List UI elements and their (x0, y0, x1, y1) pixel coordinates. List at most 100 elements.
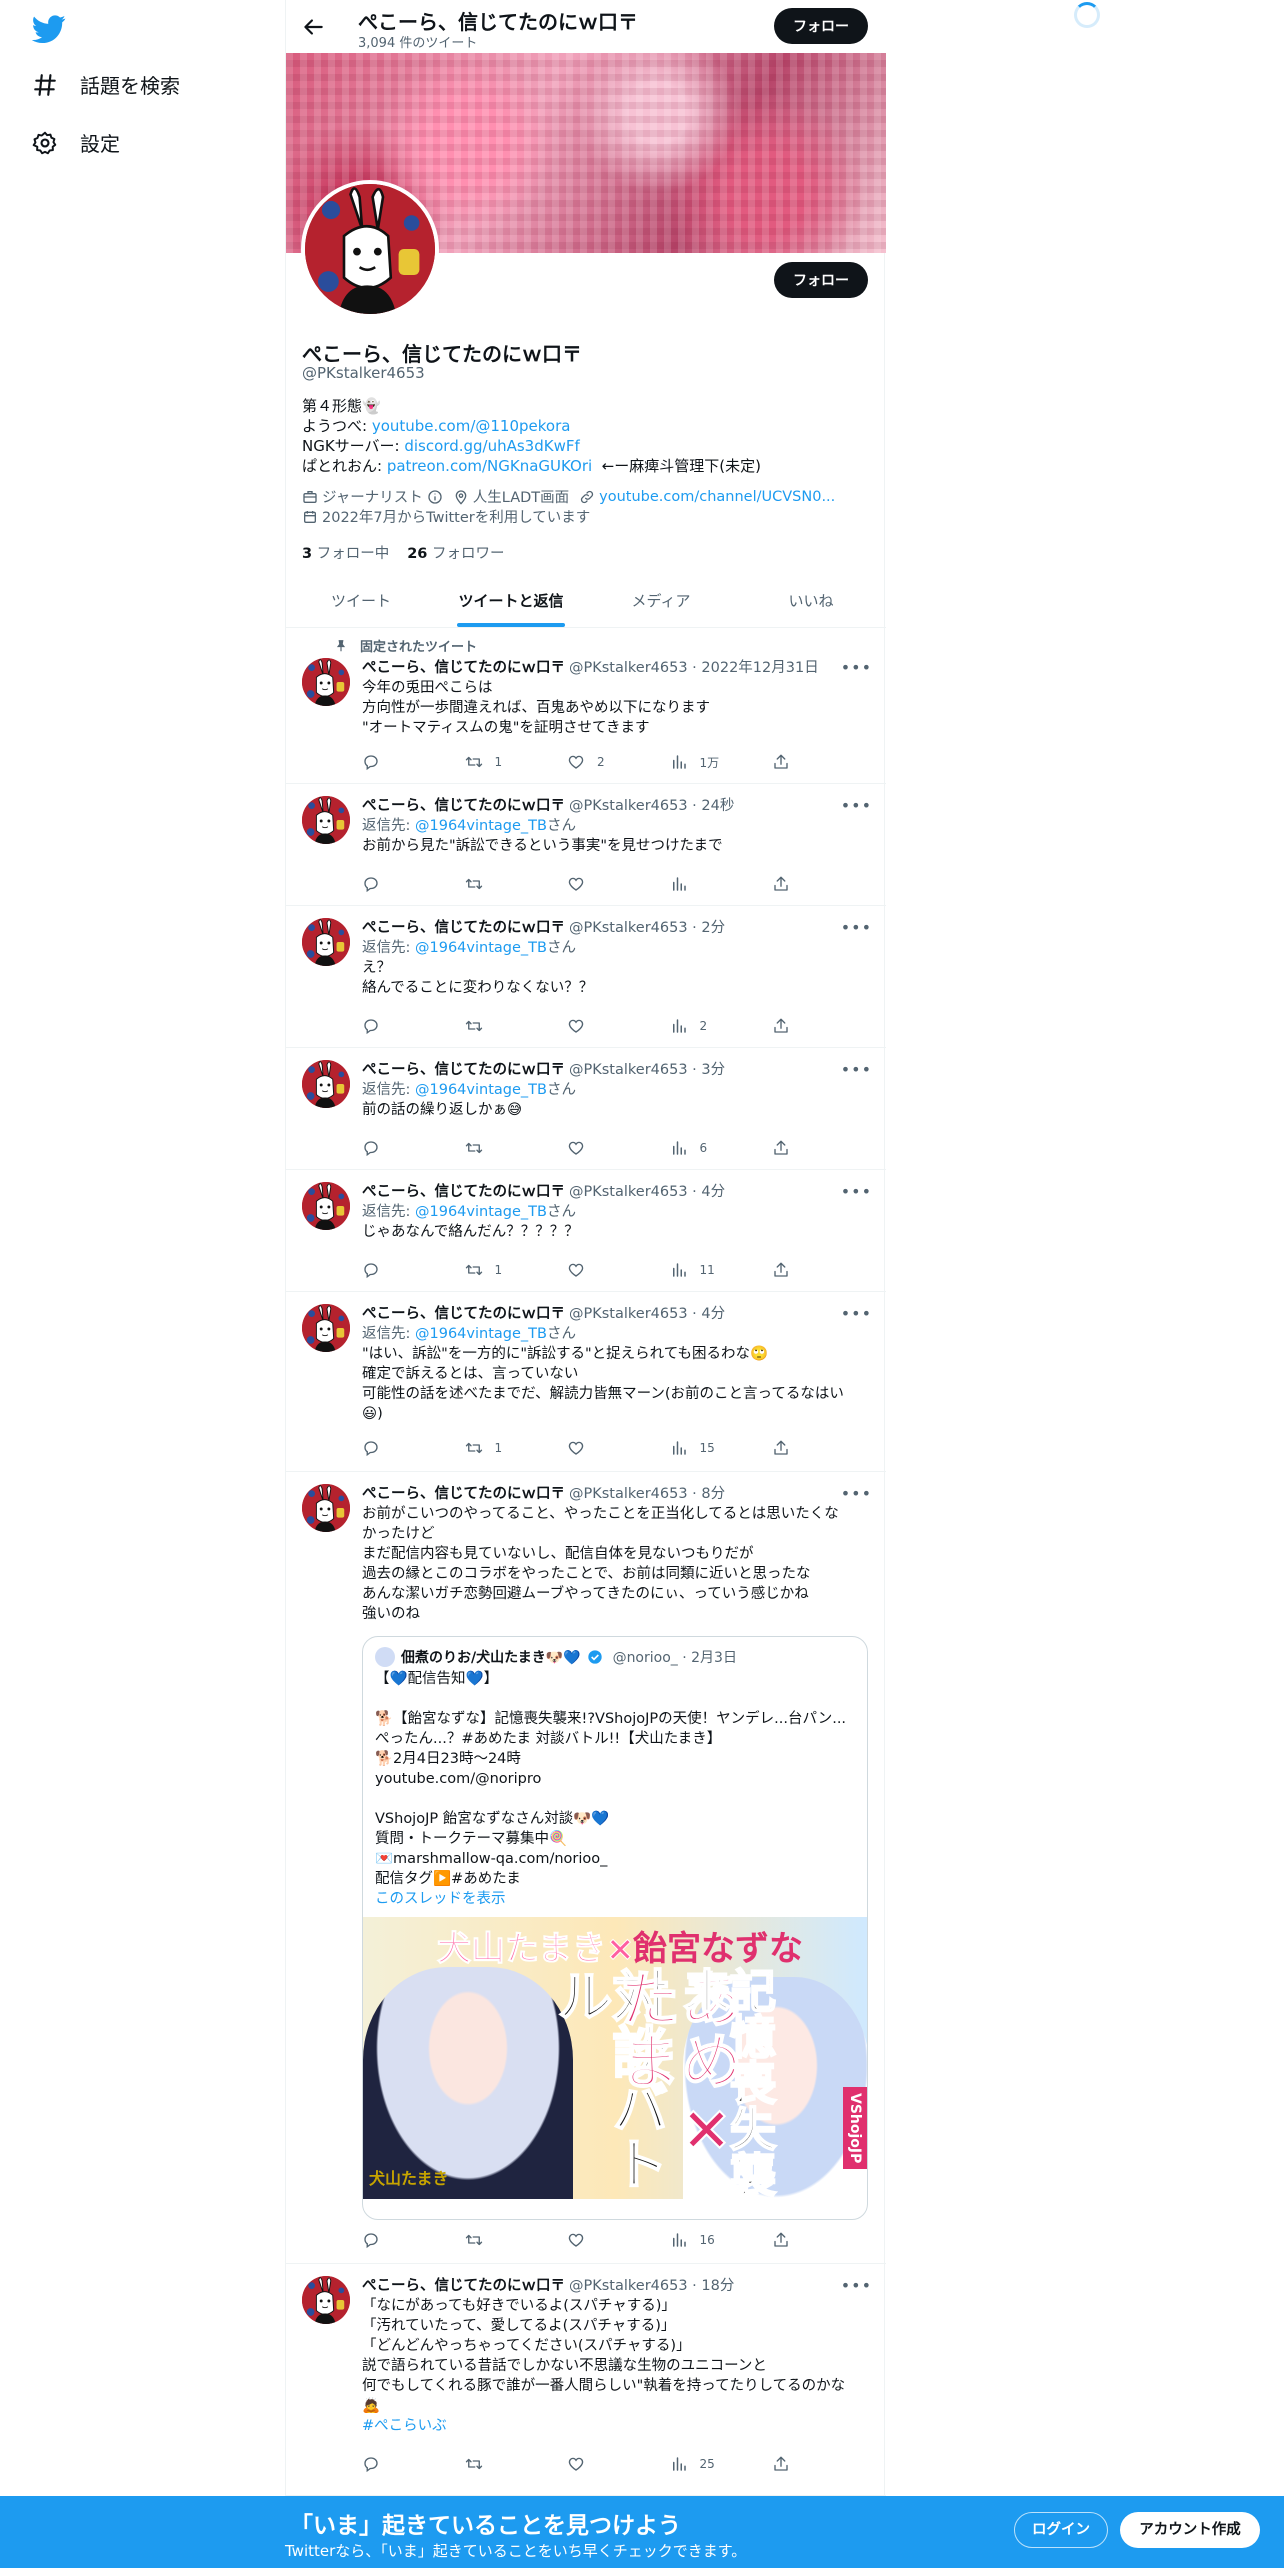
share-button[interactable] (772, 752, 792, 772)
views-button[interactable]: 1万 (670, 752, 750, 772)
like-button[interactable] (567, 2230, 647, 2250)
tab-likes[interactable]: いいね (736, 574, 886, 627)
tweet-avatar[interactable] (302, 658, 350, 706)
tweet-avatar[interactable] (302, 1060, 350, 1108)
tweet-meta[interactable]: @PKstalker4653 · 8分 (569, 1486, 725, 1502)
tweet-meta[interactable]: @PKstalker4653 · 3分 (569, 1062, 725, 1078)
retweet-button[interactable]: 1 (465, 752, 545, 772)
tweet-avatar[interactable] (302, 1182, 350, 1230)
twitter-bird-icon[interactable] (32, 12, 66, 46)
like-button[interactable] (567, 2454, 647, 2474)
views-button[interactable]: 6 (670, 1138, 750, 1158)
bio-patreon-link[interactable]: patreon.com/NGKnaGUKOri (387, 457, 592, 475)
tweet-avatar[interactable] (302, 1304, 350, 1352)
like-button[interactable] (567, 874, 647, 894)
back-arrow-icon[interactable] (300, 14, 326, 40)
tweet-avatar[interactable] (302, 796, 350, 844)
tweet[interactable]: ぺこーら、信じてたのにｗ口〒 @PKstalker4653 · 8分 ••• お前… (286, 1472, 886, 2264)
reply-button[interactable] (362, 2230, 442, 2250)
share-button[interactable] (772, 1260, 792, 1280)
quoted-image[interactable]: 犬山たまき× 飴宮なずな 対談バトル あめ×たま 記憶喪失襲来 VShojoJP… (363, 1917, 867, 2199)
more-options-icon[interactable]: ••• (841, 2276, 872, 2295)
more-options-icon[interactable]: ••• (841, 796, 872, 815)
profile-website-link[interactable]: youtube.com/channel/UCVSN0... (599, 489, 835, 505)
tweet-author-name[interactable]: ぺこーら、信じてたのにｗ口〒 (362, 1306, 565, 1322)
tweet[interactable]: 固定されたツイート ぺこーら、信じてたのにｗ口〒 @PKstalker4653 ·… (286, 628, 886, 784)
tweet-meta[interactable]: @PKstalker4653 · 2分 (569, 920, 725, 936)
tweet-author-name[interactable]: ぺこーら、信じてたのにｗ口〒 (362, 920, 565, 936)
like-button[interactable] (567, 1016, 647, 1036)
hashtag-link[interactable]: #ぺこらいぶ (362, 2416, 872, 2436)
nav-settings[interactable]: 設定 (32, 128, 120, 157)
reply-button[interactable] (362, 2454, 442, 2474)
like-button[interactable] (567, 1438, 647, 1458)
quoted-tweet[interactable]: 佃煮のりお/犬山たまき🐶💙 @norioo_ · 2月3日 【💙配信告知💙】 🐕… (362, 1636, 868, 2220)
more-options-icon[interactable]: ••• (841, 1060, 872, 1079)
tweet[interactable]: ぺこーら、信じてたのにｗ口〒 @PKstalker4653 · 24秒 ••• 返… (286, 784, 886, 906)
reply-button[interactable] (362, 1260, 442, 1280)
reply-to-user-link[interactable]: @1964vintage_TB (415, 940, 547, 956)
share-button[interactable] (772, 2230, 792, 2250)
following-link[interactable]: 3 フォロー中 (302, 542, 389, 563)
tweet-avatar[interactable] (302, 1484, 350, 1532)
share-button[interactable] (772, 2454, 792, 2474)
more-options-icon[interactable]: ••• (841, 658, 872, 677)
reply-to-user-link[interactable]: @1964vintage_TB (415, 1082, 547, 1098)
tweet-author-name[interactable]: ぺこーら、信じてたのにｗ口〒 (362, 1062, 565, 1078)
login-button[interactable]: ログイン (1014, 2512, 1108, 2548)
like-button[interactable] (567, 1260, 647, 1280)
retweet-button[interactable] (465, 2454, 545, 2474)
reply-to-user-link[interactable]: @1964vintage_TB (415, 1204, 547, 1220)
views-button[interactable]: 25 (670, 2454, 750, 2474)
tweet-author-name[interactable]: ぺこーら、信じてたのにｗ口〒 (362, 798, 565, 814)
nav-explore[interactable]: 話題を検索 (32, 70, 180, 99)
bio-discord-link[interactable]: discord.gg/uhAs3dKwFf (404, 437, 579, 455)
share-button[interactable] (772, 1138, 792, 1158)
more-options-icon[interactable]: ••• (841, 1484, 872, 1503)
tweet[interactable]: ぺこーら、信じてたのにｗ口〒 @PKstalker4653 · 18分 ••• 「… (286, 2264, 886, 2496)
more-options-icon[interactable]: ••• (841, 1304, 872, 1323)
header-follow-button[interactable]: フォロー (774, 8, 868, 44)
reply-button[interactable] (362, 874, 442, 894)
info-icon[interactable] (427, 489, 443, 505)
tweet[interactable]: ぺこーら、信じてたのにｗ口〒 @PKstalker4653 · 4分 ••• 返信… (286, 1170, 886, 1292)
views-button[interactable]: 15 (670, 1438, 750, 1458)
tweet[interactable]: ぺこーら、信じてたのにｗ口〒 @PKstalker4653 · 2分 ••• 返信… (286, 906, 886, 1048)
share-button[interactable] (772, 1016, 792, 1036)
retweet-button[interactable] (465, 1138, 545, 1158)
tweet[interactable]: ぺこーら、信じてたのにｗ口〒 @PKstalker4653 · 3分 ••• 返信… (286, 1048, 886, 1170)
more-options-icon[interactable]: ••• (841, 918, 872, 937)
tweet-meta[interactable]: @PKstalker4653 · 4分 (569, 1306, 725, 1322)
tweet-meta[interactable]: @PKstalker4653 · 2022年12月31日 (569, 660, 819, 676)
tab-tweets-and-replies[interactable]: ツイートと返信 (436, 574, 586, 627)
show-thread-link[interactable]: このスレッドを表示 (363, 1889, 867, 1917)
views-button[interactable] (670, 874, 750, 894)
tweet-author-name[interactable]: ぺこーら、信じてたのにｗ口〒 (362, 2278, 565, 2294)
views-button[interactable]: 16 (670, 2230, 750, 2250)
reply-to-user-link[interactable]: @1964vintage_TB (415, 818, 547, 834)
bio-youtube-link[interactable]: youtube.com/@110pekora (372, 417, 571, 435)
reply-button[interactable] (362, 752, 442, 772)
profile-website[interactable]: youtube.com/channel/UCVSN0... (579, 489, 835, 505)
views-button[interactable]: 2 (670, 1016, 750, 1036)
views-button[interactable]: 11 (670, 1260, 750, 1280)
tab-media[interactable]: メディア (586, 574, 736, 627)
signup-button[interactable]: アカウント作成 (1120, 2512, 1260, 2548)
tweet-meta[interactable]: @PKstalker4653 · 4分 (569, 1184, 725, 1200)
retweet-button[interactable] (465, 874, 545, 894)
tweet-meta[interactable]: @PKstalker4653 · 18分 (569, 2278, 734, 2294)
tweet-author-name[interactable]: ぺこーら、信じてたのにｗ口〒 (362, 1184, 565, 1200)
retweet-button[interactable] (465, 2230, 545, 2250)
reply-button[interactable] (362, 1016, 442, 1036)
retweet-button[interactable]: 1 (465, 1260, 545, 1280)
reply-to-user-link[interactable]: @1964vintage_TB (415, 1326, 547, 1342)
tweet[interactable]: ぺこーら、信じてたのにｗ口〒 @PKstalker4653 · 4分 ••• 返信… (286, 1292, 886, 1472)
profile-follow-button[interactable]: フォロー (774, 262, 868, 298)
share-button[interactable] (772, 1438, 792, 1458)
tweet-author-name[interactable]: ぺこーら、信じてたのにｗ口〒 (362, 660, 565, 676)
reply-button[interactable] (362, 1138, 442, 1158)
tab-tweets[interactable]: ツイート (286, 574, 436, 627)
profile-avatar[interactable] (301, 180, 439, 318)
retweet-button[interactable] (465, 1016, 545, 1036)
followers-link[interactable]: 26 フォロワー (407, 542, 504, 563)
